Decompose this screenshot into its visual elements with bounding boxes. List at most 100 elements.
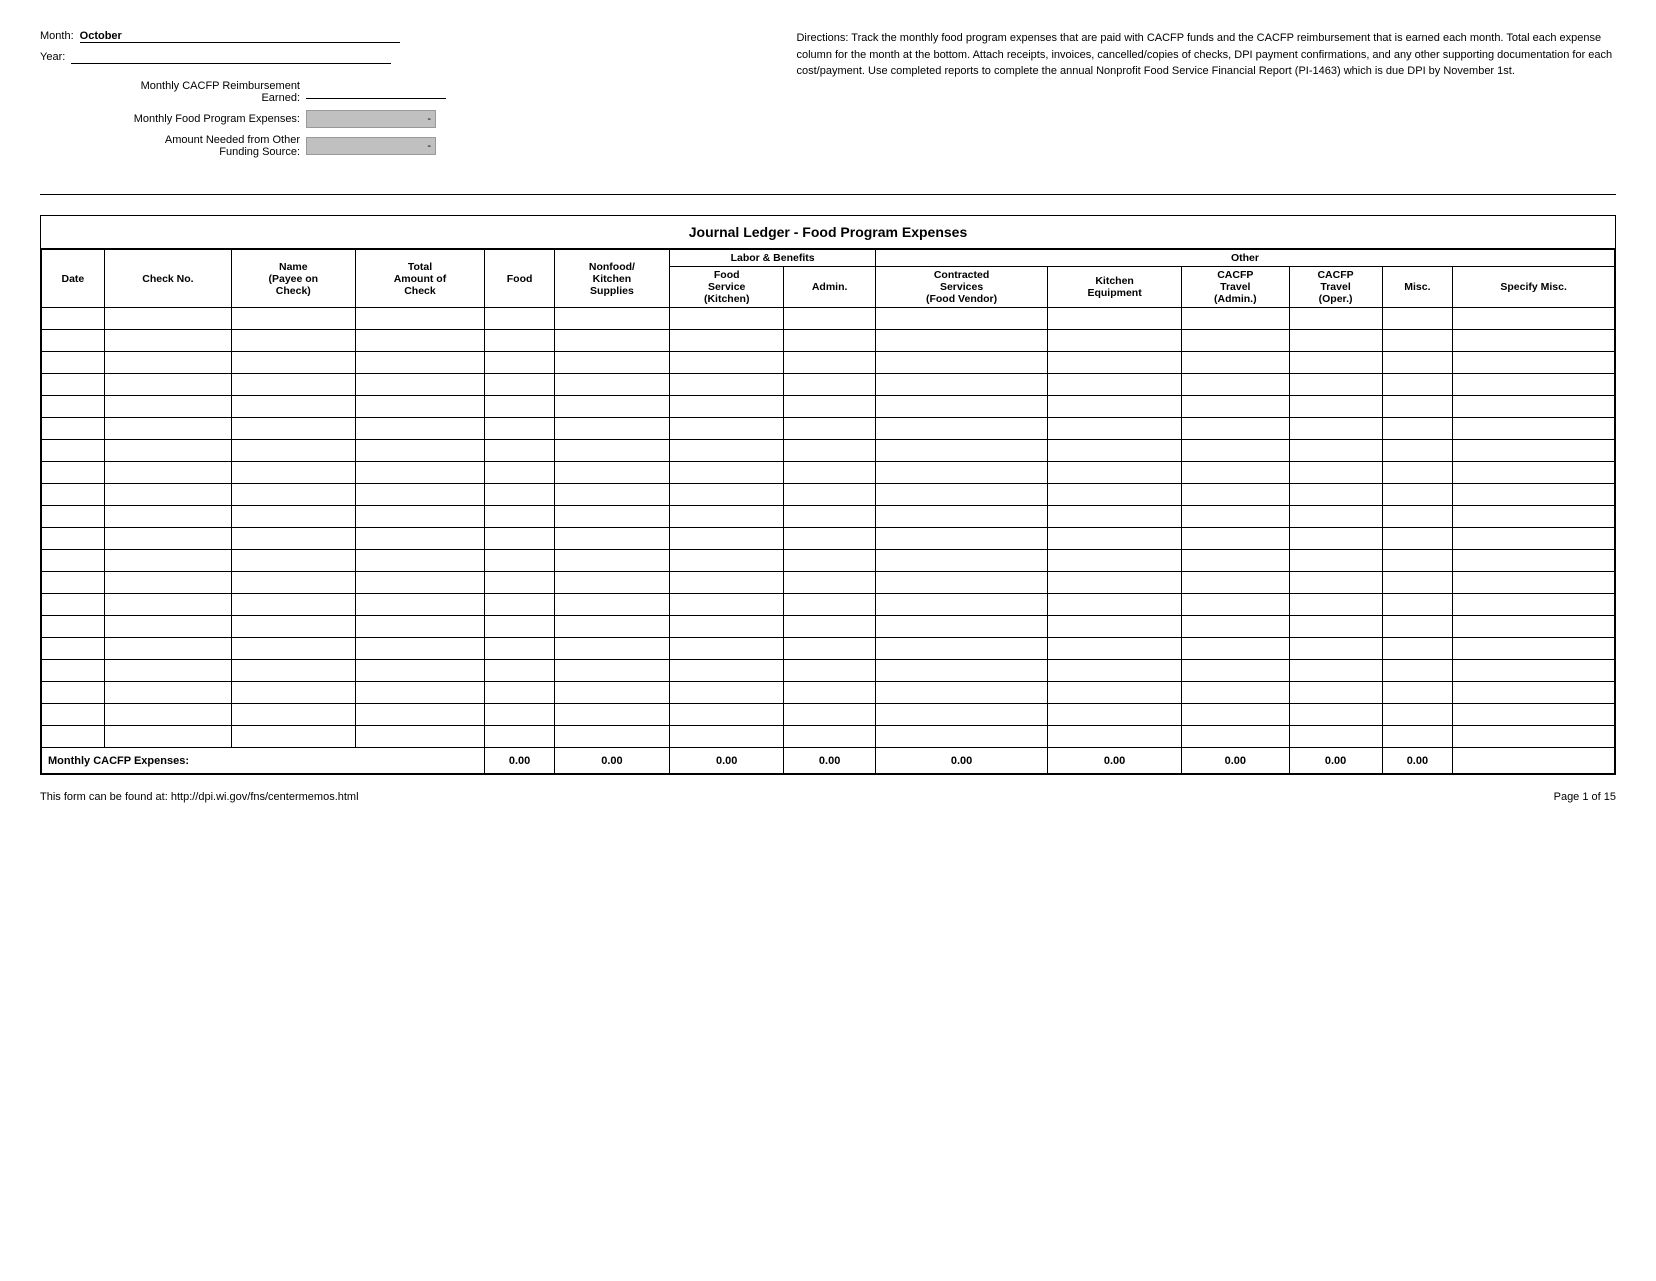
table-cell[interactable]: [784, 396, 876, 418]
table-cell[interactable]: [1382, 418, 1453, 440]
table-cell[interactable]: [784, 440, 876, 462]
table-cell[interactable]: [355, 616, 485, 638]
table-cell[interactable]: [1048, 704, 1182, 726]
table-cell[interactable]: [42, 440, 105, 462]
table-cell[interactable]: [1382, 462, 1453, 484]
table-cell[interactable]: [1048, 330, 1182, 352]
table-cell[interactable]: [1182, 638, 1290, 660]
table-cell[interactable]: [554, 330, 669, 352]
table-row[interactable]: [42, 352, 1615, 374]
table-cell[interactable]: [232, 506, 355, 528]
table-cell[interactable]: [485, 462, 554, 484]
table-cell[interactable]: [485, 572, 554, 594]
table-cell[interactable]: [1382, 308, 1453, 330]
table-cell[interactable]: [554, 616, 669, 638]
table-cell[interactable]: [42, 528, 105, 550]
table-cell[interactable]: [355, 572, 485, 594]
table-cell[interactable]: [876, 308, 1048, 330]
table-cell[interactable]: [1453, 440, 1615, 462]
table-cell[interactable]: [554, 374, 669, 396]
table-cell[interactable]: [1453, 418, 1615, 440]
table-cell[interactable]: [42, 396, 105, 418]
table-cell[interactable]: [232, 484, 355, 506]
table-cell[interactable]: [104, 704, 231, 726]
table-cell[interactable]: [42, 726, 105, 748]
table-cell[interactable]: [876, 418, 1048, 440]
table-cell[interactable]: [670, 330, 784, 352]
table-cell[interactable]: [784, 682, 876, 704]
table-cell[interactable]: [1182, 374, 1290, 396]
table-cell[interactable]: [1382, 506, 1453, 528]
table-cell[interactable]: [670, 682, 784, 704]
table-cell[interactable]: [104, 396, 231, 418]
table-cell[interactable]: [232, 704, 355, 726]
table-cell[interactable]: [784, 528, 876, 550]
year-input[interactable]: [71, 51, 391, 64]
table-cell[interactable]: [485, 528, 554, 550]
table-cell[interactable]: [1382, 528, 1453, 550]
table-cell[interactable]: [42, 594, 105, 616]
table-cell[interactable]: [104, 440, 231, 462]
table-cell[interactable]: [1453, 330, 1615, 352]
table-cell[interactable]: [232, 396, 355, 418]
table-cell[interactable]: [485, 682, 554, 704]
table-cell[interactable]: [42, 506, 105, 528]
table-cell[interactable]: [1048, 440, 1182, 462]
table-cell[interactable]: [1382, 396, 1453, 418]
table-cell[interactable]: [485, 440, 554, 462]
table-cell[interactable]: [355, 308, 485, 330]
table-cell[interactable]: [554, 594, 669, 616]
table-cell[interactable]: [670, 352, 784, 374]
table-cell[interactable]: [42, 550, 105, 572]
table-cell[interactable]: [1453, 638, 1615, 660]
table-row[interactable]: [42, 638, 1615, 660]
table-cell[interactable]: [42, 484, 105, 506]
table-cell[interactable]: [1289, 572, 1382, 594]
table-cell[interactable]: [1289, 462, 1382, 484]
table-cell[interactable]: [1453, 704, 1615, 726]
table-row[interactable]: [42, 506, 1615, 528]
table-cell[interactable]: [554, 682, 669, 704]
table-row[interactable]: [42, 528, 1615, 550]
table-cell[interactable]: [42, 418, 105, 440]
table-cell[interactable]: [485, 352, 554, 374]
table-cell[interactable]: [104, 484, 231, 506]
table-cell[interactable]: [876, 660, 1048, 682]
table-cell[interactable]: [355, 528, 485, 550]
table-cell[interactable]: [1048, 506, 1182, 528]
table-cell[interactable]: [485, 726, 554, 748]
table-cell[interactable]: [1289, 506, 1382, 528]
table-cell[interactable]: [1182, 330, 1290, 352]
table-cell[interactable]: [1182, 682, 1290, 704]
table-cell[interactable]: [876, 352, 1048, 374]
table-cell[interactable]: [1289, 660, 1382, 682]
table-cell[interactable]: [1182, 352, 1290, 374]
table-cell[interactable]: [104, 418, 231, 440]
table-cell[interactable]: [1182, 506, 1290, 528]
table-cell[interactable]: [554, 572, 669, 594]
table-cell[interactable]: [42, 682, 105, 704]
table-cell[interactable]: [1382, 330, 1453, 352]
table-cell[interactable]: [1182, 726, 1290, 748]
table-cell[interactable]: [670, 308, 784, 330]
table-cell[interactable]: [232, 418, 355, 440]
table-cell[interactable]: [554, 484, 669, 506]
table-cell[interactable]: [1048, 550, 1182, 572]
table-cell[interactable]: [104, 682, 231, 704]
table-row[interactable]: [42, 726, 1615, 748]
table-cell[interactable]: [670, 374, 784, 396]
table-cell[interactable]: [355, 594, 485, 616]
table-cell[interactable]: [554, 440, 669, 462]
table-cell[interactable]: [1048, 616, 1182, 638]
table-row[interactable]: [42, 330, 1615, 352]
table-cell[interactable]: [670, 550, 784, 572]
table-cell[interactable]: [784, 660, 876, 682]
table-cell[interactable]: [232, 660, 355, 682]
table-cell[interactable]: [1382, 682, 1453, 704]
table-cell[interactable]: [485, 616, 554, 638]
table-cell[interactable]: [554, 308, 669, 330]
table-cell[interactable]: [1382, 572, 1453, 594]
table-cell[interactable]: [876, 440, 1048, 462]
table-cell[interactable]: [876, 506, 1048, 528]
table-cell[interactable]: [1453, 616, 1615, 638]
